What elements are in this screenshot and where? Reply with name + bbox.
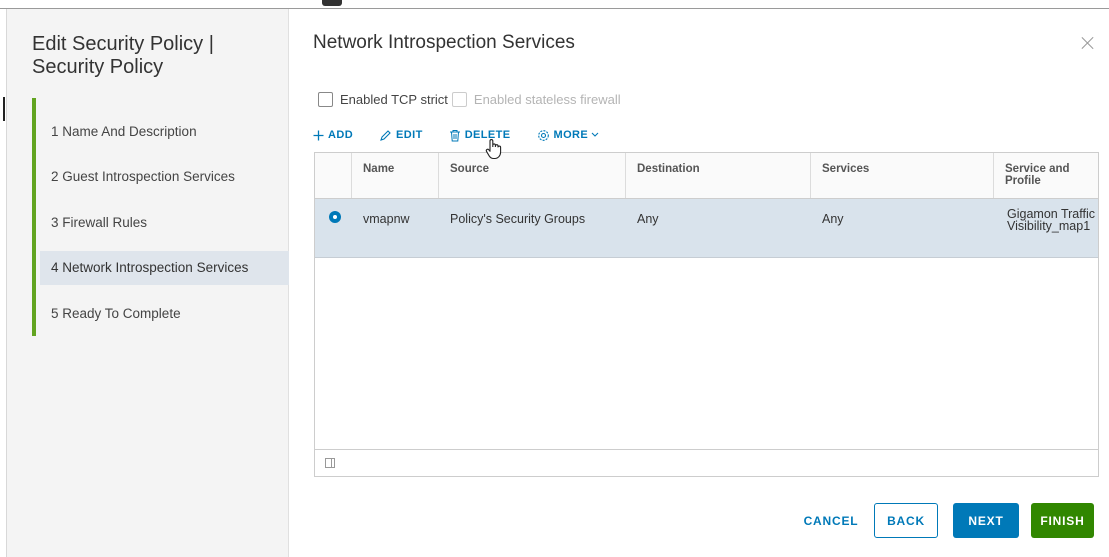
- more-button[interactable]: MORE: [537, 129, 604, 142]
- wizard-steps: 1 Name And Description 2 Guest Introspec…: [32, 98, 292, 336]
- column-header-source[interactable]: Source: [438, 153, 625, 198]
- next-button[interactable]: NEXT: [953, 503, 1019, 538]
- left-edge-mark: [3, 97, 5, 121]
- column-header-service-and-profile[interactable]: Service and Profile: [993, 153, 1098, 198]
- pencil-icon: [380, 129, 391, 141]
- step-name-and-description[interactable]: 1 Name And Description: [40, 115, 292, 149]
- gear-icon: [537, 129, 549, 141]
- wizard-main: Network Introspection Services Enabled T…: [289, 9, 1109, 557]
- close-icon[interactable]: [1080, 35, 1096, 51]
- add-button[interactable]: ADD: [313, 129, 353, 141]
- column-header-destination[interactable]: Destination: [625, 153, 810, 198]
- more-label: MORE: [553, 129, 589, 141]
- step-label: 3 Firewall Rules: [51, 215, 148, 230]
- column-header-name[interactable]: Name: [351, 153, 438, 198]
- row-select-radio[interactable]: [329, 211, 341, 223]
- step-label: 2 Guest Introspection Services: [51, 169, 235, 184]
- step-firewall-rules[interactable]: 3 Firewall Rules: [40, 206, 292, 240]
- step-network-introspection-services[interactable]: 4 Network Introspection Services: [40, 251, 292, 285]
- edit-button[interactable]: EDIT: [379, 129, 423, 142]
- edit-label: EDIT: [396, 129, 423, 141]
- page-title: Network Introspection Services: [313, 32, 575, 53]
- back-button[interactable]: BACK: [874, 503, 938, 538]
- select-column-header: [315, 153, 351, 198]
- top-bar-mark: [322, 0, 342, 6]
- add-label: ADD: [328, 129, 354, 141]
- column-toggle-icon[interactable]: [325, 458, 335, 468]
- table-footer: [315, 449, 1098, 476]
- left-edge: [0, 9, 7, 557]
- wizard-title: Edit Security Policy | Security Policy: [32, 33, 214, 78]
- cell-service-profile: Gigamon Traffic Visibility_map1: [1007, 207, 1096, 233]
- cell-source: Policy's Security Groups: [450, 212, 586, 226]
- chevron-down-icon: [591, 132, 599, 137]
- step-label: 5 Ready To Complete: [51, 306, 181, 321]
- step-guest-introspection-services[interactable]: 2 Guest Introspection Services: [40, 160, 292, 194]
- trash-icon: [449, 129, 460, 141]
- cell-name: vmapnw: [363, 212, 410, 226]
- options-row: Enabled TCP strict Enabled stateless fir…: [318, 90, 625, 108]
- finish-button[interactable]: FINISH: [1031, 503, 1094, 538]
- step-label: 4 Network Introspection Services: [51, 260, 249, 275]
- step-ready-to-complete[interactable]: 5 Ready To Complete: [40, 297, 292, 331]
- plus-icon: [313, 130, 324, 140]
- hand-cursor-icon: [485, 139, 502, 160]
- column-header-services[interactable]: Services: [810, 153, 993, 198]
- step-label: 1 Name And Description: [51, 124, 197, 139]
- table-header: Name Source Destination Services Service…: [315, 153, 1098, 199]
- tcp-strict-checkbox[interactable]: [318, 91, 333, 107]
- services-table: Name Source Destination Services Service…: [314, 152, 1099, 477]
- table-row[interactable]: vmapnw Policy's Security Groups Any Any …: [315, 199, 1098, 258]
- tcp-strict-label: Enabled TCP strict: [340, 91, 448, 107]
- cell-services: Any: [822, 212, 844, 226]
- cancel-button[interactable]: CANCEL: [803, 503, 859, 538]
- stateless-firewall-checkbox: [451, 91, 467, 107]
- wizard-sidebar: Edit Security Policy | Security Policy 1…: [7, 9, 292, 557]
- stateless-firewall-label: Enabled stateless firewall: [473, 91, 621, 107]
- grid-actions: ADD EDIT DELETE MORE: [313, 127, 629, 143]
- cell-destination: Any: [637, 212, 659, 226]
